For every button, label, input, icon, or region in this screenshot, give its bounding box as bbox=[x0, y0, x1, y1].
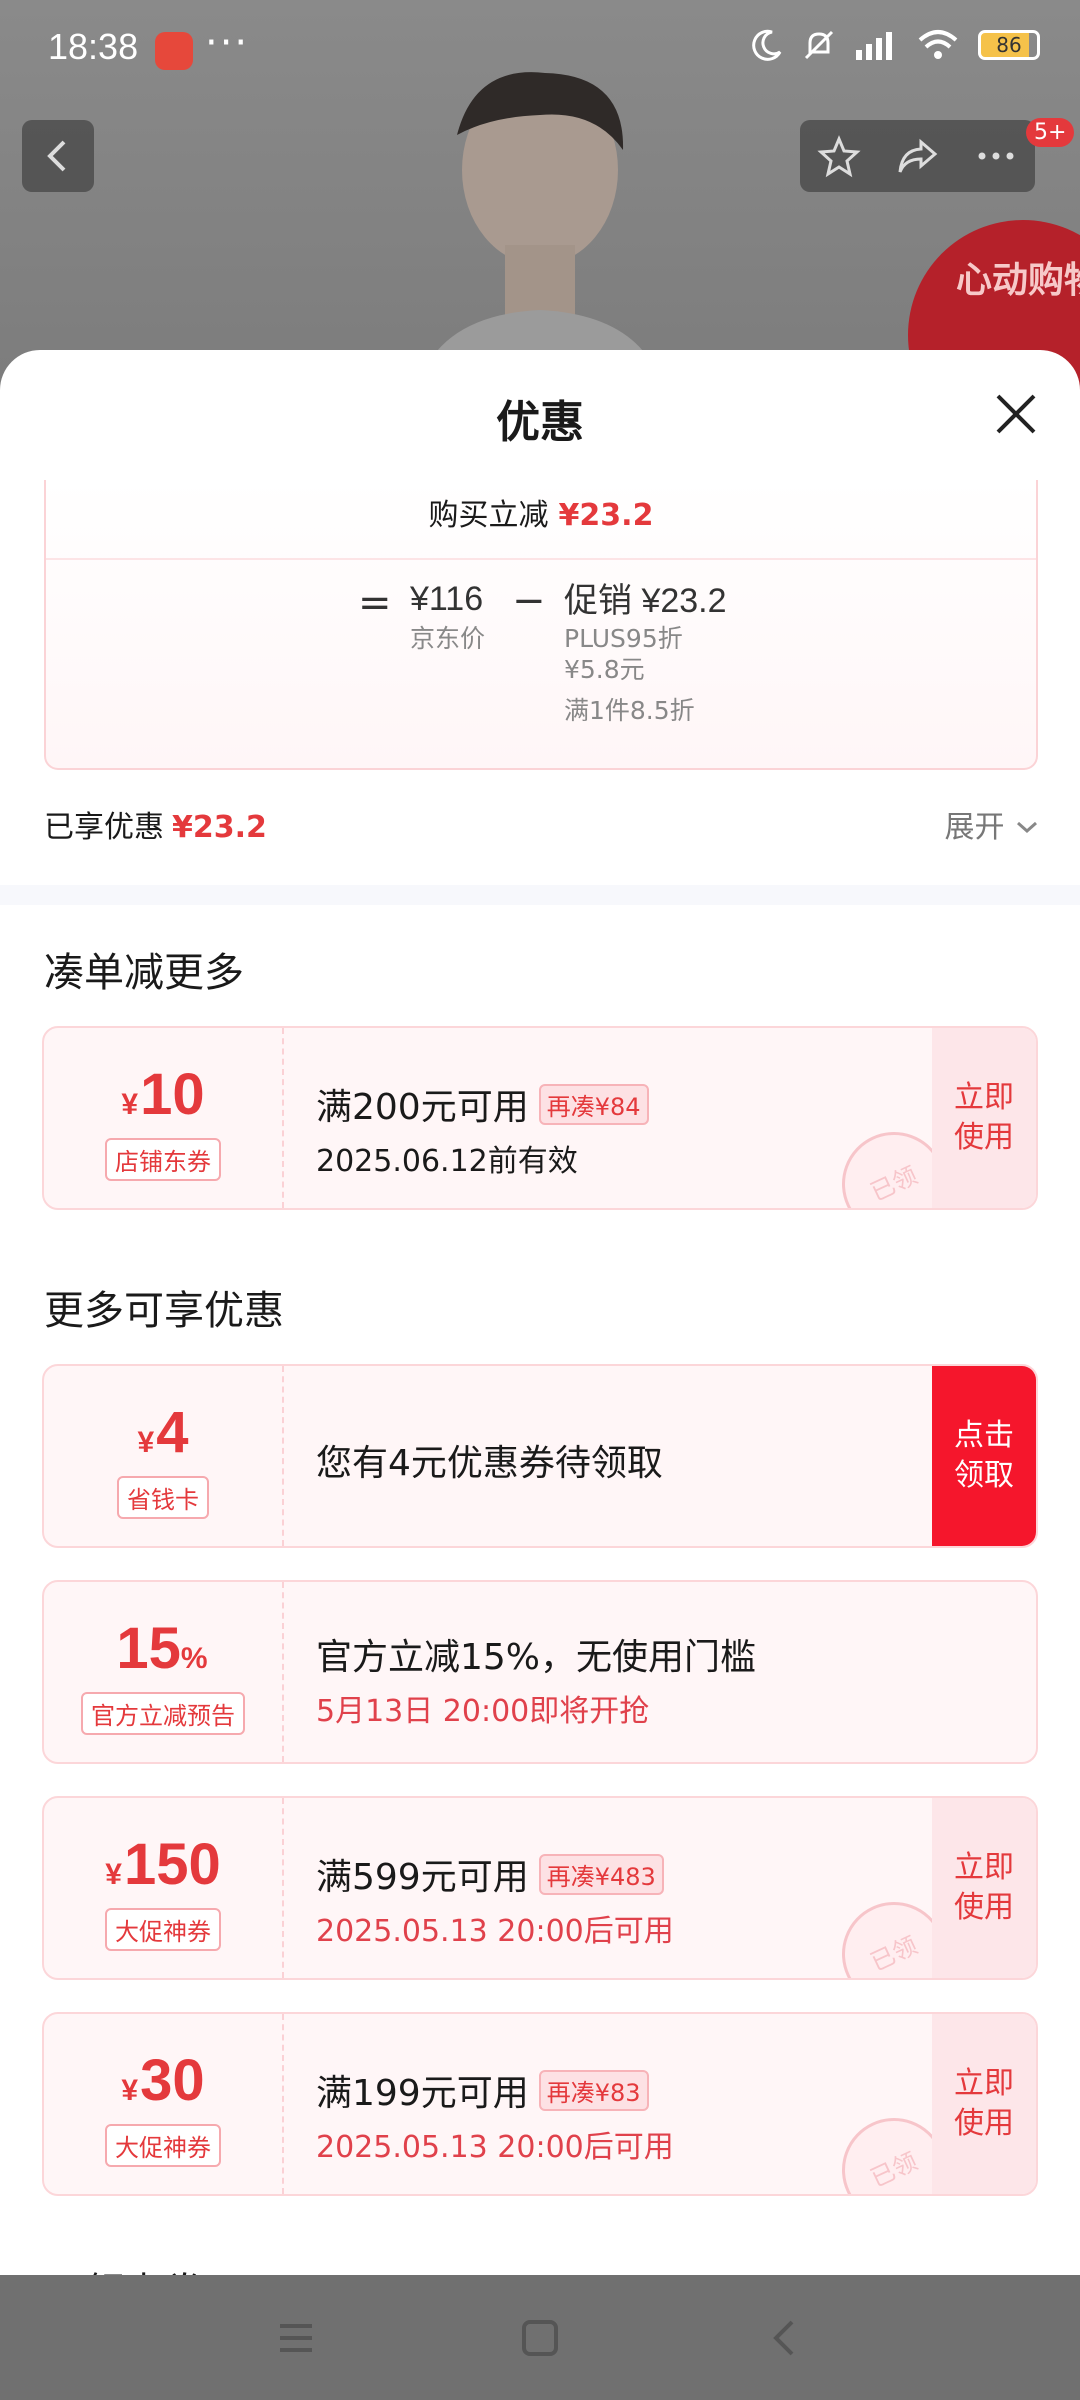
coupon-amount: 150 bbox=[123, 1832, 221, 1897]
use-now-button[interactable]: 立即 使用 bbox=[932, 2014, 1036, 2194]
coupon-amount: 4 bbox=[156, 1400, 189, 1465]
app-notification-icon bbox=[155, 32, 193, 70]
signal-icon bbox=[856, 32, 892, 60]
expand-button[interactable]: 展开 bbox=[944, 802, 1040, 846]
coupon-card: 15% 官方立减预告 官方立减15%，无使用门槛 5月13日 20:00即将开抢 bbox=[42, 1580, 1038, 1764]
menu-icon[interactable] bbox=[274, 2316, 318, 2360]
share-icon[interactable] bbox=[895, 134, 939, 178]
more-notifications-icon: ··· bbox=[205, 20, 250, 66]
buy-discount-line: 购买立减 ¥23.2 bbox=[46, 480, 1036, 534]
coupon-details: 满599元可用 再凑¥483 2025.05.13 20:00后可用 bbox=[316, 1848, 674, 1950]
coupon-value: ¥30 大促神券 bbox=[44, 2014, 284, 2194]
coupon-details: 您有4元优惠券待领取 bbox=[316, 1434, 663, 1486]
coupon-card: ¥30 大促神券 满199元可用 再凑¥83 2025.05.13 20:00后可… bbox=[42, 2012, 1038, 2196]
currency-symbol: ¥ bbox=[121, 1088, 139, 1121]
back-icon bbox=[47, 140, 66, 172]
coupon-value: 15% 官方立减预告 bbox=[44, 1582, 284, 1762]
close-icon[interactable] bbox=[992, 390, 1040, 438]
enjoyed-amount: ¥23.2 bbox=[172, 810, 267, 845]
promo-total: 促销 ¥23.2 bbox=[564, 582, 727, 620]
jd-price-column: ¥116 京东价 bbox=[410, 580, 485, 655]
battery-indicator: 86 bbox=[978, 30, 1040, 60]
claim-button[interactable]: 点击 领取 bbox=[932, 1366, 1036, 1546]
coupon-value: ¥150 大促神券 bbox=[44, 1798, 284, 1978]
wifi-icon bbox=[918, 30, 958, 59]
coupon-details: 满200元可用 再凑¥84 2025.06.12前有效 bbox=[316, 1078, 649, 1180]
minus-sign: − bbox=[512, 578, 546, 624]
coupon-validity: 2025.06.12前有效 bbox=[316, 1144, 578, 1179]
use-now-button[interactable]: 立即 使用 bbox=[932, 1028, 1036, 1208]
coupon-card: ¥10 店铺东券 满200元可用 再凑¥84 2025.06.12前有效 已领 立… bbox=[42, 1026, 1038, 1210]
toolbar-group bbox=[800, 120, 1035, 192]
back-nav-icon[interactable] bbox=[762, 2316, 806, 2360]
section-separator bbox=[0, 885, 1080, 905]
product-page-background: 18:38 ··· 86 5+ 心动购物季 bbox=[0, 0, 1080, 400]
product-model-image bbox=[415, 72, 665, 395]
coupon-type-tag: 官方立减预告 bbox=[81, 1692, 245, 1735]
promo-column: 促销 ¥23.2 PLUS95折 ¥5.8元 满1件8.5折 bbox=[564, 580, 727, 726]
expand-label: 展开 bbox=[944, 810, 1005, 845]
coupon-validity: 2025.05.13 20:00后可用 bbox=[316, 1914, 674, 1949]
coupon-validity: 2025.05.13 20:00后可用 bbox=[316, 2130, 674, 2165]
coupon-card: ¥4 省钱卡 您有4元优惠券待领取 点击 领取 bbox=[42, 1364, 1038, 1548]
promo-detail: 满1件8.5折 bbox=[564, 696, 695, 725]
sheet-title: 优惠 bbox=[496, 397, 584, 448]
currency-symbol: ¥ bbox=[137, 1426, 155, 1459]
currency-symbol: ¥ bbox=[121, 2074, 139, 2107]
coupon-amount: 10 bbox=[140, 1062, 205, 1127]
coupon-type-tag: 大促神券 bbox=[105, 1908, 221, 1951]
message-count-badge: 5+ bbox=[1026, 118, 1075, 147]
coupon-condition: 满599元可用 bbox=[316, 1857, 529, 1898]
chevron-down-icon bbox=[1017, 821, 1037, 834]
status-bar: 18:38 ··· 86 bbox=[0, 0, 1080, 100]
add-more-pill[interactable]: 再凑¥84 bbox=[538, 1083, 649, 1125]
home-icon[interactable] bbox=[518, 2316, 562, 2360]
coupon-condition: 满199元可用 bbox=[316, 2073, 529, 2114]
coupon-details: 官方立减15%，无使用门槛 5月13日 20:00即将开抢 bbox=[316, 1628, 756, 1730]
section-title: 更多可享优惠 bbox=[44, 1288, 284, 1334]
coupon-type-tag: 大促神券 bbox=[105, 2124, 221, 2167]
status-time: 18:38 bbox=[48, 26, 139, 67]
coupon-details: 满199元可用 再凑¥83 2025.05.13 20:00后可用 bbox=[316, 2064, 674, 2166]
add-more-pill[interactable]: 再凑¥483 bbox=[538, 1853, 664, 1895]
back-button[interactable] bbox=[22, 120, 94, 192]
use-now-button[interactable]: 立即 使用 bbox=[932, 1798, 1036, 1978]
promo-detail: PLUS95折 bbox=[564, 623, 683, 653]
moon-icon bbox=[752, 29, 782, 61]
currency-symbol: ¥ bbox=[105, 1858, 122, 1891]
coupon-condition: 官方立减15%，无使用门槛 bbox=[316, 1637, 757, 1678]
promo-detail: ¥5.8元 bbox=[564, 654, 645, 684]
price-calculation-box: 购买立减 ¥23.2 = ¥116 京东价 − 促销 ¥23.2 PLUS95折 … bbox=[44, 480, 1038, 770]
coupon-amount: 30 bbox=[140, 2048, 205, 2113]
coupon-card: ¥150 大促神券 满599元可用 再凑¥483 2025.05.13 20:00… bbox=[42, 1796, 1038, 1980]
enjoyed-label: 已享优惠 bbox=[44, 810, 164, 845]
coupon-value: ¥4 省钱卡 bbox=[44, 1366, 284, 1546]
percent-symbol: % bbox=[180, 1642, 208, 1675]
coupon-condition: 您有4元优惠券待领取 bbox=[316, 1443, 663, 1484]
coupon-amount: 15 bbox=[116, 1616, 181, 1681]
coupon-type-tag: 省钱卡 bbox=[117, 1476, 209, 1519]
star-icon[interactable] bbox=[817, 134, 861, 178]
more-icon[interactable] bbox=[974, 134, 1018, 178]
coupon-value: ¥10 店铺东券 bbox=[44, 1028, 284, 1208]
coupon-type-tag: 店铺东券 bbox=[105, 1138, 221, 1181]
mute-icon bbox=[804, 30, 834, 60]
add-more-pill[interactable]: 再凑¥83 bbox=[538, 2069, 649, 2111]
section-title: 凑单减更多 bbox=[44, 950, 244, 996]
jd-price-label: 京东价 bbox=[410, 624, 486, 653]
equals-sign: = bbox=[358, 580, 392, 626]
buy-discount-amount: ¥23.2 bbox=[558, 498, 654, 533]
coupon-start-time: 5月13日 20:00即将开抢 bbox=[316, 1694, 650, 1729]
next-section-title: 可领点券 bbox=[44, 2260, 204, 2275]
buy-discount-label: 购买立减 bbox=[428, 498, 549, 533]
divider bbox=[46, 558, 1036, 560]
coupon-condition: 满200元可用 bbox=[316, 1087, 529, 1128]
system-navigation-bar bbox=[0, 2275, 1080, 2400]
enjoyed-discount: 已享优惠 ¥23.2 bbox=[44, 802, 267, 846]
jd-price: ¥116 bbox=[410, 580, 484, 618]
discount-sheet: 优惠 购买立减 ¥23.2 = ¥116 京东价 − 促销 ¥23.2 PLUS9… bbox=[0, 350, 1080, 2275]
